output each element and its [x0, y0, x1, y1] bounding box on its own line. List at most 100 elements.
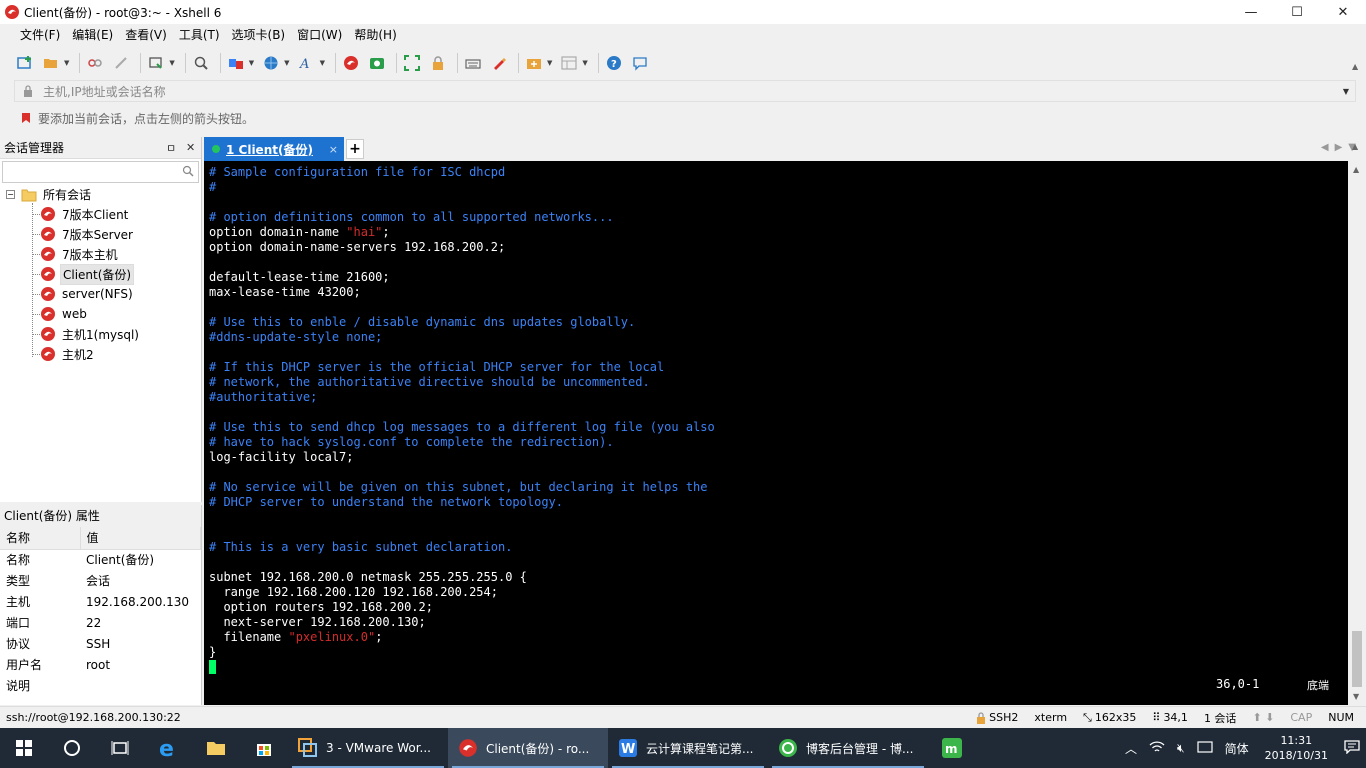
tab-client-backup[interactable]: 1 Client(备份) ×: [204, 137, 344, 161]
compose-dropdown-icon[interactable]: ▼: [547, 59, 552, 67]
file-explorer-icon[interactable]: [192, 728, 240, 768]
system-clock[interactable]: 11:31 2018/10/31: [1255, 733, 1338, 763]
menu-tabs[interactable]: 选项卡(B): [226, 24, 292, 46]
layout-dropdown-icon[interactable]: ▼: [582, 59, 587, 67]
ime-indicator[interactable]: 简体: [1219, 740, 1255, 757]
session-item[interactable]: web: [32, 304, 89, 324]
edge-browser-icon[interactable]: e: [144, 728, 192, 768]
scroll-up-icon[interactable]: ▲: [1353, 165, 1359, 174]
disconnect-icon[interactable]: [110, 52, 132, 74]
volume-muted-icon[interactable]: 🔇︎: [1171, 741, 1191, 756]
session-nav-icon[interactable]: ⬆ ⬇: [1244, 711, 1282, 724]
connected-status-icon: [212, 145, 220, 153]
reconnect-icon[interactable]: [145, 52, 167, 74]
menu-tools[interactable]: 工具(T): [173, 24, 226, 46]
hint-text: 要添加当前会话，点击左侧的箭头按钮。: [38, 111, 255, 126]
taskbar-app-wps[interactable]: W 云计算课程笔记第...: [608, 728, 768, 768]
menu-help[interactable]: 帮助(H): [348, 24, 402, 46]
pin-icon[interactable]: ㅁ: [166, 140, 176, 156]
cursor-pos-icon: ⠿: [1152, 711, 1161, 724]
menu-view[interactable]: 查看(V): [119, 24, 173, 46]
minimize-button[interactable]: —: [1228, 0, 1274, 24]
scrollbar-thumb[interactable]: [1352, 631, 1362, 687]
terminal-text: subnet 192.168.200.0 netmask 255.255.255…: [209, 570, 527, 584]
taskbar-app-vmware[interactable]: 3 - VMware Wor...: [288, 728, 448, 768]
action-center-icon[interactable]: [1338, 739, 1366, 757]
terminal-scrollbar[interactable]: ▲ ▼: [1348, 161, 1366, 705]
session-search-input[interactable]: [2, 161, 199, 183]
terminal-text: # Sample configuration file for ISC dhcp…: [209, 165, 506, 179]
fullscreen-icon[interactable]: [401, 52, 423, 74]
address-dropdown-icon[interactable]: ▼: [1343, 87, 1349, 96]
session-item[interactable]: 7版本Server: [32, 224, 135, 244]
tab-close-icon[interactable]: ×: [329, 143, 338, 156]
collapse-icon[interactable]: −: [6, 190, 15, 199]
wifi-icon[interactable]: [1143, 740, 1171, 757]
terminal-line: # If this DHCP server is the official DH…: [209, 360, 1348, 375]
close-button[interactable]: ✕: [1320, 0, 1366, 24]
help-icon[interactable]: ?: [603, 52, 625, 74]
lock-icon: [24, 85, 32, 97]
transfer-dropdown-icon[interactable]: ▼: [249, 59, 254, 67]
chat-icon[interactable]: [629, 52, 651, 74]
close-panel-icon[interactable]: ✕: [186, 141, 195, 154]
scroll-down-icon[interactable]: ▼: [1353, 692, 1359, 701]
session-item[interactable]: 主机2: [32, 344, 96, 364]
tree-root-all-sessions[interactable]: − 所有会话: [6, 186, 91, 203]
layout-icon[interactable]: [558, 52, 580, 74]
tray-expand-icon[interactable]: ︿: [1119, 740, 1143, 757]
status-cap: CAP: [1290, 711, 1313, 724]
font-icon[interactable]: A: [296, 52, 318, 74]
address-bar[interactable]: 主机,IP地址或会话名称 ▼: [14, 80, 1356, 102]
windows-start-icon[interactable]: [0, 728, 48, 768]
session-item[interactable]: 7版本Client: [32, 204, 130, 224]
font-dropdown-icon[interactable]: ▼: [320, 59, 325, 67]
panel-scroll-up-icon[interactable]: ▲: [1352, 142, 1358, 151]
session-item[interactable]: 7版本主机: [32, 244, 120, 264]
store-icon[interactable]: [240, 728, 288, 768]
connect-icon[interactable]: [84, 52, 106, 74]
terminal-screen[interactable]: # Sample configuration file for ISC dhcp…: [204, 161, 1348, 705]
maximize-button[interactable]: ☐: [1274, 0, 1320, 24]
terminal-text: "pxelinux.0": [288, 630, 376, 644]
session-item[interactable]: server(NFS): [32, 284, 135, 304]
tree-branch: [32, 354, 40, 355]
cortana-search-icon[interactable]: [48, 728, 96, 768]
reconnect-dropdown-icon[interactable]: ▼: [169, 59, 174, 67]
taskbar-app-xshell[interactable]: Client(备份) - ro...: [448, 728, 608, 768]
session-item-label: 7版本Client: [62, 207, 129, 222]
property-value: [80, 675, 201, 696]
menu-window[interactable]: 窗口(W): [291, 24, 348, 46]
toolbar-scroll-up-icon[interactable]: ▲: [1352, 62, 1358, 71]
terminal-line: # option definitions common to all suppo…: [209, 210, 1348, 225]
session-item[interactable]: Client(备份): [32, 263, 135, 285]
wechat-app-icon[interactable]: m: [928, 728, 976, 768]
new-session-icon[interactable]: [14, 52, 36, 74]
menu-edit[interactable]: 编辑(E): [66, 24, 119, 46]
xshell-icon[interactable]: [340, 52, 362, 74]
add-tab-button[interactable]: +: [346, 139, 364, 159]
clock-time: 11:31: [1280, 734, 1313, 747]
taskbar-app-browser[interactable]: 博客后台管理 - 博...: [768, 728, 928, 768]
open-dropdown-icon[interactable]: ▼: [64, 59, 69, 67]
globe-icon[interactable]: [260, 52, 282, 74]
bookmark-flag-icon[interactable]: [20, 112, 32, 124]
globe-dropdown-icon[interactable]: ▼: [284, 59, 289, 67]
find-icon[interactable]: [190, 52, 212, 74]
lock-icon[interactable]: [427, 52, 449, 74]
protocol-value: SSH2: [989, 711, 1019, 724]
transfer-icon[interactable]: [225, 52, 247, 74]
task-view-icon[interactable]: [96, 728, 144, 768]
compose-icon[interactable]: [523, 52, 545, 74]
open-folder-icon[interactable]: [40, 52, 62, 74]
menu-file[interactable]: 文件(F): [14, 24, 66, 46]
terminal-text: "hai": [346, 225, 383, 239]
notification-box-icon[interactable]: [1191, 740, 1219, 756]
session-item[interactable]: 主机1(mysql): [32, 324, 141, 344]
session-item-label: server(NFS): [62, 287, 133, 301]
xshell-session-icon: [41, 327, 55, 341]
highlight-icon[interactable]: [488, 52, 510, 74]
xftp-icon[interactable]: [366, 52, 388, 74]
keyboard-icon[interactable]: [462, 52, 484, 74]
